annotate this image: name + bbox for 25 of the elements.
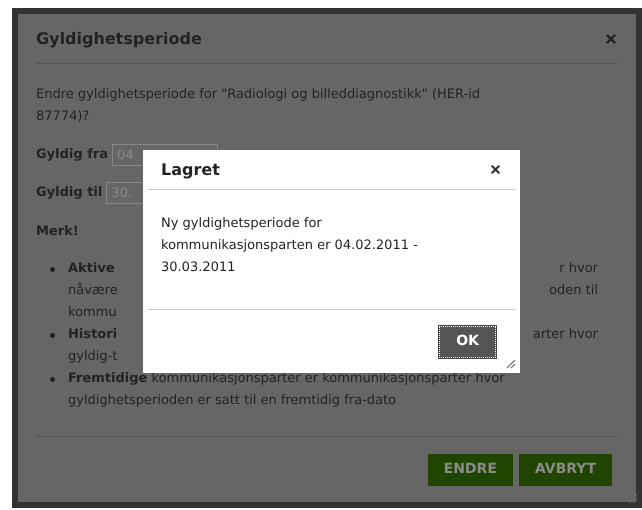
dialog-button[interactable]: AVBRYT (518, 454, 612, 486)
close-icon[interactable] (489, 163, 502, 176)
alert-message: Ny gyldighetsperiode for kommunikasjonsparten er 04.02.2011 - 30.03.2011 (161, 215, 419, 277)
bullet-icon (50, 267, 55, 272)
bullet-text: Fremtidige kommunikasjonsparter er kommunikasjonsparter hvor gyldighetsperioden er satt til en fremtidig fra-dato (68, 370, 506, 410)
dialog-button[interactable]: ENDRE (428, 454, 513, 486)
bullet-text: r hvor (559, 260, 598, 278)
note-heading: Merk! (36, 223, 79, 241)
bullet-icon (50, 377, 55, 382)
bullet-text: nåvære (68, 282, 118, 300)
resize-grip-icon[interactable] (626, 492, 638, 504)
bullet-term: Aktive (68, 260, 115, 278)
bullet-text: gyldig-t (68, 348, 118, 366)
field-label: Gyldig til (36, 184, 102, 202)
bullet-text: arter hvor (532, 326, 598, 344)
dialog-title: Gyldighetsperiode (36, 28, 202, 50)
resize-grip-icon[interactable] (504, 357, 516, 369)
ok-button[interactable]: OK (439, 326, 496, 358)
field-label: Gyldig fra (36, 146, 108, 164)
bullet-term: Histori (68, 326, 118, 344)
bullet-text: oden til (549, 282, 598, 300)
bullet-icon (50, 333, 55, 338)
bullet-text: kommu (68, 304, 117, 322)
alert-title: Lagret (161, 158, 220, 180)
question-text: Endre gyldighetsperiode for "Radiologi og billeddiagnostikk" (HER-id 87774)? (36, 86, 482, 126)
